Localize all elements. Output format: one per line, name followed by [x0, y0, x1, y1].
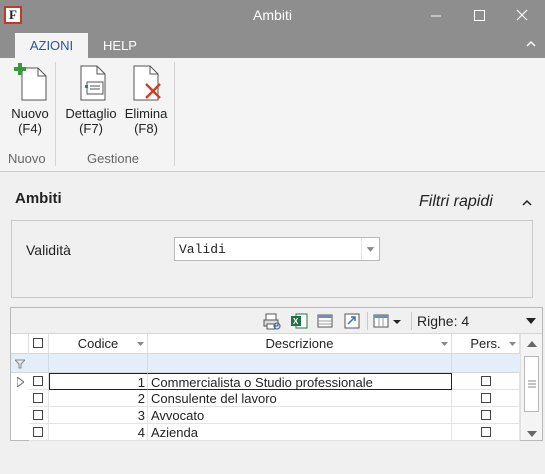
row-checkbox[interactable] — [33, 376, 43, 386]
column-header-pers[interactable]: Pers. — [452, 334, 520, 354]
filter-cell[interactable] — [148, 354, 452, 372]
excel-export-icon[interactable]: X — [290, 312, 308, 330]
quick-filters-toggle[interactable]: Filtri rapidi — [419, 193, 493, 211]
print-preview-icon[interactable] — [263, 312, 281, 330]
select-all-header[interactable] — [29, 334, 49, 354]
group-divider — [174, 62, 175, 166]
cell-descrizione[interactable]: Commercialista o Studio professionale — [148, 373, 452, 390]
column-header-label: Descrizione — [265, 336, 334, 351]
table-row[interactable]: 2 Consulente del lavoro — [11, 390, 520, 407]
svg-text:X: X — [293, 317, 299, 326]
cell-codice[interactable]: 4 — [49, 424, 148, 441]
new-button[interactable]: Nuovo (F4) — [6, 62, 54, 136]
current-row-indicator-icon — [17, 377, 24, 387]
row-select-cell[interactable] — [29, 390, 49, 407]
row-checkbox[interactable] — [33, 410, 43, 420]
filter-cell[interactable] — [49, 354, 148, 372]
row-select-cell[interactable] — [29, 373, 49, 390]
detail-button-shortcut: (F7) — [79, 121, 103, 136]
row-count-label: Righe: 4 — [417, 313, 470, 329]
data-grid: X Righe: 4 Codice Descrizione Pers. 1 Co… — [10, 307, 543, 441]
row-select-cell[interactable] — [29, 424, 49, 441]
table-row[interactable]: 1 Commercialista o Studio professionale — [11, 373, 520, 390]
row-checkbox[interactable] — [33, 427, 43, 437]
row-indicator-header — [11, 334, 29, 354]
row-select-cell[interactable] — [29, 407, 49, 424]
select-all-checkbox[interactable] — [33, 338, 43, 348]
delete-button-label: Elimina — [124, 106, 168, 121]
cell-codice[interactable]: 2 — [49, 390, 148, 407]
tab-help[interactable]: HELP — [92, 33, 148, 58]
grid-layout-icon[interactable] — [316, 312, 334, 330]
scrollbar-thumb[interactable] — [524, 356, 539, 412]
filter-cell[interactable] — [29, 354, 49, 372]
validity-select[interactable]: Validi — [174, 237, 380, 261]
minimize-button[interactable] — [414, 0, 458, 31]
ribbon-panel: Nuovo (F4) Dettaglio (F7) Elimina (F8) N… — [0, 58, 545, 172]
vertical-scrollbar[interactable] — [520, 334, 542, 440]
column-filter-icon[interactable] — [441, 340, 448, 347]
column-filter-icon[interactable] — [137, 340, 144, 347]
column-chooser-icon[interactable] — [372, 312, 404, 330]
maximize-icon — [474, 10, 485, 21]
scroll-down-icon[interactable] — [527, 430, 537, 438]
toolbar-divider — [411, 312, 412, 330]
auto-filter-row[interactable] — [11, 354, 520, 373]
validity-label: Validità — [26, 242, 71, 258]
collapse-ribbon-chevron-icon[interactable] — [525, 38, 537, 50]
delete-button-shortcut: (F8) — [134, 121, 158, 136]
cell-pers[interactable] — [452, 407, 520, 424]
cell-descrizione[interactable]: Azienda — [148, 424, 452, 441]
group-divider — [55, 62, 56, 166]
tab-azioni[interactable]: AZIONI — [15, 33, 88, 58]
close-icon — [516, 9, 528, 21]
cell-descrizione[interactable]: Avvocato — [148, 407, 452, 424]
grid-toolbar: X Righe: 4 — [11, 308, 542, 334]
toolbar-divider — [367, 312, 368, 330]
cell-pers[interactable] — [452, 373, 520, 390]
pers-checkbox[interactable] — [481, 376, 491, 386]
cell-pers[interactable] — [452, 424, 520, 441]
chevron-down-icon[interactable] — [526, 317, 536, 325]
scroll-up-icon[interactable] — [527, 340, 537, 348]
page-title: Ambiti — [15, 190, 62, 207]
close-button[interactable] — [500, 0, 544, 31]
row-checkbox[interactable] — [33, 393, 43, 403]
column-filter-icon[interactable] — [509, 340, 516, 347]
pers-checkbox[interactable] — [481, 427, 491, 437]
new-document-icon — [14, 63, 47, 101]
export-icon[interactable] — [343, 312, 361, 330]
column-header-codice[interactable]: Codice — [49, 334, 148, 354]
group-label-nuovo: Nuovo — [8, 151, 46, 166]
delete-document-icon — [133, 65, 161, 101]
chevron-up-icon[interactable] — [521, 197, 533, 209]
cell-descrizione[interactable]: Consulente del lavoro — [148, 390, 452, 407]
chevron-down-icon — [361, 238, 375, 260]
ribbon-tab-bar: AZIONI HELP — [0, 31, 545, 58]
new-button-label: Nuovo — [11, 106, 49, 121]
table-row[interactable]: 3 Avvocato — [11, 407, 520, 424]
pers-checkbox[interactable] — [481, 410, 491, 420]
filter-funnel-icon — [15, 359, 25, 369]
validity-select-value: Validi — [179, 242, 226, 257]
detail-button-label: Dettaglio — [65, 106, 117, 121]
grip-icon — [528, 380, 536, 388]
cell-pers[interactable] — [452, 390, 520, 407]
pers-checkbox[interactable] — [481, 393, 491, 403]
title-bar: F Ambiti — [0, 0, 545, 31]
column-header-label: Pers. — [470, 336, 501, 351]
minimize-icon — [431, 15, 441, 17]
delete-button[interactable]: Elimina (F8) — [123, 62, 169, 136]
cell-codice[interactable]: 1 — [49, 373, 148, 390]
column-header-label: Codice — [77, 336, 119, 351]
group-label-gestione: Gestione — [87, 151, 140, 166]
new-button-shortcut: (F4) — [18, 121, 42, 136]
column-header-descrizione[interactable]: Descrizione — [148, 334, 452, 354]
cell-codice[interactable]: 3 — [49, 407, 148, 424]
table-row[interactable]: 4 Azienda — [11, 424, 520, 441]
document-detail-icon — [80, 65, 106, 101]
quick-filters-panel: Validità Validi — [11, 220, 533, 298]
detail-button[interactable]: Dettaglio (F7) — [61, 62, 121, 136]
maximize-button[interactable] — [458, 0, 502, 31]
